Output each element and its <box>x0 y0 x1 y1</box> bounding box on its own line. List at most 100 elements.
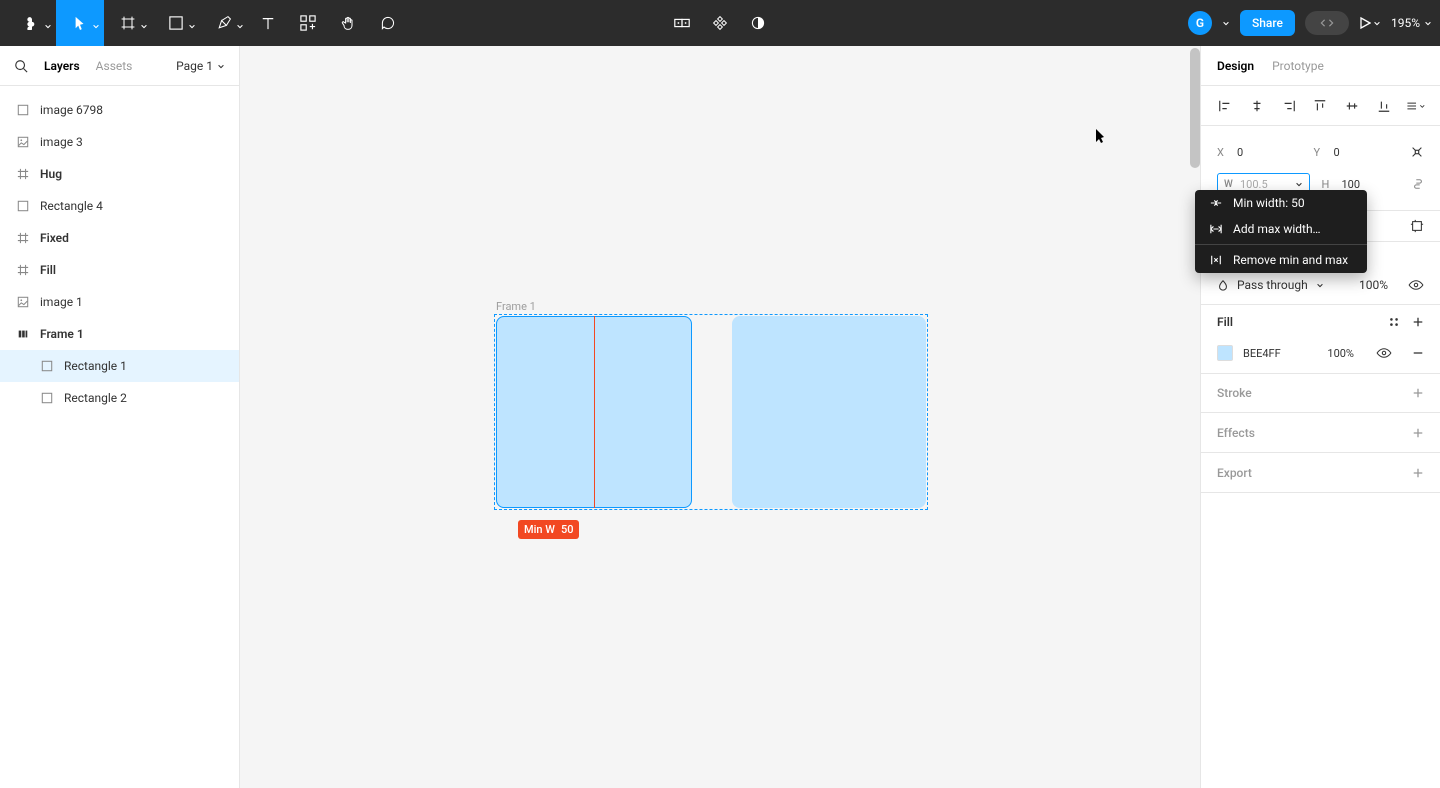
autolayout-icon <box>16 327 30 341</box>
min-width-guide-line <box>594 316 595 508</box>
remove-fill-button[interactable] <box>1412 347 1424 359</box>
min-width-item[interactable]: Min width: 50 <box>1195 190 1367 216</box>
layer-opacity-value[interactable]: 100% <box>1359 278 1388 292</box>
layers-list: image 6798 image 3Hug Rectangle 4 Fixed Fill… <box>0 86 239 422</box>
y-value: 0 <box>1334 146 1340 159</box>
layer-row[interactable]: Fixed <box>0 222 239 254</box>
chevron-down-icon <box>1316 281 1324 289</box>
width-dropdown-menu: Min width: 50 Add max width… Remove min … <box>1195 190 1367 273</box>
blend-mode-value[interactable]: Pass through <box>1237 278 1308 292</box>
share-button[interactable]: Share <box>1240 10 1295 36</box>
layer-row[interactable]: Rectangle 2 <box>0 382 239 414</box>
page-selector[interactable]: Page 1 <box>176 59 225 73</box>
layer-label: Rectangle 4 <box>40 199 103 213</box>
layer-label: Rectangle 1 <box>64 359 127 373</box>
shape-tool-button[interactable] <box>152 0 200 46</box>
layer-row[interactable]: Rectangle 1 <box>0 350 239 382</box>
scrollbar-thumb[interactable] <box>1190 48 1200 168</box>
x-field[interactable]: X 0 <box>1217 146 1302 159</box>
hand-tool-button[interactable] <box>328 0 368 46</box>
effects-section-title: Effects <box>1217 426 1255 440</box>
layer-label: image 6798 <box>40 103 103 117</box>
align-top-button[interactable] <box>1310 96 1330 116</box>
devmode-toggle[interactable] <box>1305 11 1349 35</box>
layer-row[interactable]: image 3 <box>0 126 239 158</box>
comment-tool-button[interactable] <box>368 0 408 46</box>
figma-menu-button[interactable] <box>8 0 56 46</box>
layer-row[interactable]: image 6798 <box>0 94 239 126</box>
add-export-button[interactable] <box>1412 467 1424 479</box>
add-effect-button[interactable] <box>1412 427 1424 439</box>
left-panel: Layers Assets Page 1 image 6798 image 3Hu… <box>0 46 240 788</box>
search-icon[interactable] <box>14 59 28 73</box>
add-max-width-item[interactable]: Add max width… <box>1195 216 1367 242</box>
zoom-control[interactable]: 195% <box>1391 16 1432 30</box>
avatar-chevron-icon[interactable] <box>1222 19 1230 27</box>
frame-icon <box>16 231 30 245</box>
top-toolbar: G Share 195% <box>0 0 1440 46</box>
canvas[interactable]: Frame 1 Min W 50 <box>240 46 1200 788</box>
add-stroke-button[interactable] <box>1412 387 1424 399</box>
eye-icon[interactable] <box>1408 279 1424 291</box>
zoom-value: 195% <box>1391 16 1420 30</box>
boolean-icon[interactable] <box>746 11 770 35</box>
prototype-tab[interactable]: Prototype <box>1272 59 1324 73</box>
w-value: 100.5 <box>1240 178 1268 191</box>
align-left-button[interactable] <box>1215 96 1235 116</box>
right-panel: Design Prototype X 0 Y 0 <box>1200 46 1440 788</box>
fill-swatch[interactable] <box>1217 345 1233 361</box>
align-right-button[interactable] <box>1279 96 1299 116</box>
align-vcenter-button[interactable] <box>1342 96 1362 116</box>
image-icon <box>16 295 30 309</box>
design-tab[interactable]: Design <box>1217 59 1254 73</box>
component-icon[interactable] <box>670 11 694 35</box>
move-tool-button[interactable] <box>56 0 104 46</box>
present-button[interactable] <box>1359 16 1381 30</box>
layer-row[interactable]: Hug <box>0 158 239 190</box>
resources-tool-button[interactable] <box>288 0 328 46</box>
layer-row[interactable]: image 1 <box>0 286 239 318</box>
remove-icon <box>1209 254 1223 266</box>
rect-icon <box>40 359 54 373</box>
dropdown-separator <box>1195 244 1367 245</box>
clip-content-icon[interactable] <box>1410 219 1424 233</box>
fill-opacity-value[interactable]: 100% <box>1327 347 1354 360</box>
min-width-badge: Min W 50 <box>518 520 579 539</box>
layer-label: Fixed <box>40 231 69 245</box>
min-width-badge-label: Min W <box>524 523 555 536</box>
rect-icon <box>16 103 30 117</box>
styles-icon[interactable] <box>1388 316 1400 328</box>
rect-icon <box>40 391 54 405</box>
y-field[interactable]: Y 0 <box>1314 146 1399 159</box>
remove-min-max-item[interactable]: Remove min and max <box>1195 247 1367 273</box>
h-label: H <box>1322 178 1334 191</box>
effects-section: Effects <box>1201 413 1440 453</box>
constrain-proportions-icon[interactable] <box>1412 177 1424 191</box>
height-field[interactable]: H 100 <box>1322 178 1401 191</box>
layer-label: Fill <box>40 263 56 277</box>
min-width-icon <box>1209 197 1223 209</box>
fill-hex-value[interactable]: BEE4FF <box>1243 347 1281 360</box>
mask-icon[interactable] <box>708 11 732 35</box>
main-area: Layers Assets Page 1 image 6798 image 3Hu… <box>0 46 1440 788</box>
layers-tab[interactable]: Layers <box>44 59 80 73</box>
eye-icon[interactable] <box>1376 347 1392 359</box>
rectangle-2[interactable] <box>732 316 926 508</box>
text-tool-button[interactable] <box>248 0 288 46</box>
absolute-position-icon[interactable] <box>1410 145 1424 159</box>
pen-tool-button[interactable] <box>200 0 248 46</box>
layer-row[interactable]: Fill <box>0 254 239 286</box>
y-label: Y <box>1314 146 1326 159</box>
frame-label[interactable]: Frame 1 <box>496 300 536 313</box>
assets-tab[interactable]: Assets <box>96 59 133 73</box>
layer-row[interactable]: Rectangle 4 <box>0 190 239 222</box>
fill-row: BEE4FF 100% <box>1201 339 1440 373</box>
tidy-up-button[interactable] <box>1406 96 1426 116</box>
frame-tool-button[interactable] <box>104 0 152 46</box>
align-hcenter-button[interactable] <box>1247 96 1267 116</box>
stroke-section-title: Stroke <box>1217 386 1252 400</box>
add-fill-button[interactable] <box>1412 316 1424 328</box>
align-bottom-button[interactable] <box>1374 96 1394 116</box>
layer-row[interactable]: Frame 1 <box>0 318 239 350</box>
user-avatar[interactable]: G <box>1188 11 1212 35</box>
